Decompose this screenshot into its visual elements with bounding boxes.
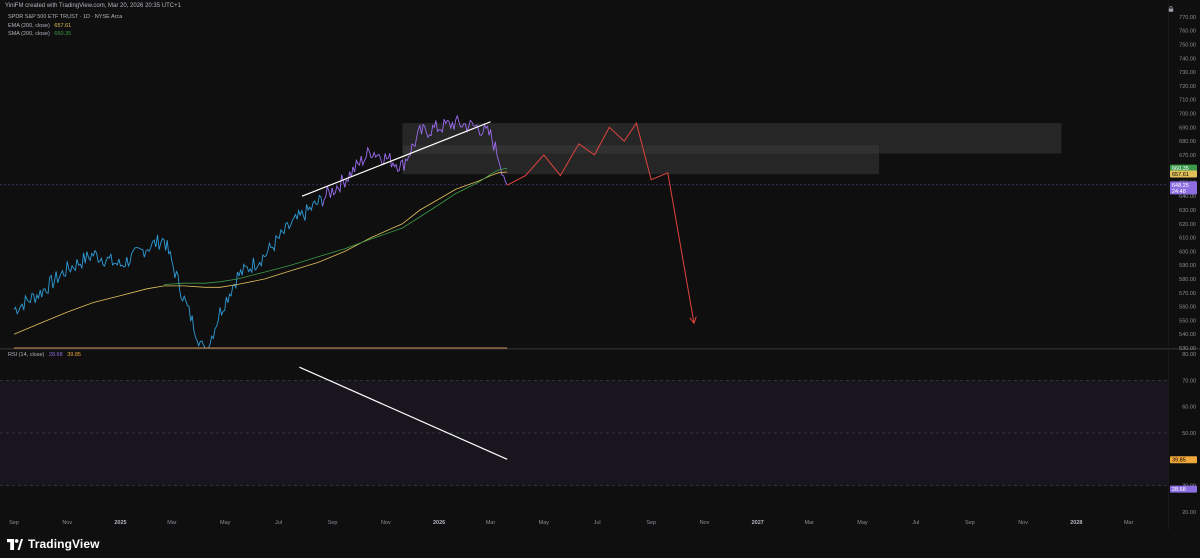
time-axis-tick-label: May [220,520,231,526]
price-axis-tick-label: 770.00 [1179,15,1196,21]
time-axis-tick-label: Sep [328,520,338,526]
price-axis-tick-label: 700.00 [1179,111,1196,117]
ema-price-tag: 657.61 [1172,172,1189,178]
price-axis-tick-label: 640.00 [1179,194,1196,200]
resistance-zone [402,145,880,175]
time-axis-tick-label: Sep [646,520,656,526]
rsi-ma-tag: 39.85 [1172,458,1186,464]
legend-sma-label: SMA (200, close) [8,31,50,37]
time-axis-tick-label: Mar [804,520,814,526]
legend-rsi[interactable]: RSI (14, close) 28.68 39.85 [8,352,81,358]
price-axis-tick-label: 760.00 [1179,29,1196,35]
time-axis-tick-label: Sep [9,520,19,526]
legend-sma[interactable]: SMA (200, close) 660.35 [8,31,71,37]
price-axis-tick-label: 620.00 [1179,222,1196,228]
legend-rsi-value: 28.68 [48,352,63,358]
rsi-axis-tick-label: 50.00 [1182,431,1196,437]
legend-rsi-label: RSI (14, close) [8,352,45,358]
price-axis-tick-label: 560.00 [1179,305,1196,311]
time-axis-tick-label: May [857,520,868,526]
tradingview-logo[interactable]: TradingView [7,537,100,551]
time-axis-tick-label: Nov [381,520,391,526]
legend-rsi-ma-value: 39.85 [67,352,81,358]
price-axis-tick-label: 750.00 [1179,42,1196,48]
tradingview-logo-text: TradingView [28,537,100,551]
time-axis-tick-label: Nov [62,520,72,526]
price-axis-tick-label: 540.00 [1179,332,1196,338]
price-axis-tick-label: 670.00 [1179,153,1196,159]
legend-ema-value: 657.61 [54,23,72,29]
countdown-tag: 24:48 [1172,189,1186,195]
time-axis-tick-label: 2025 [114,520,126,526]
legend-sma-value: 660.35 [54,31,72,37]
rsi-axis-tick-label: 80.00 [1182,352,1196,358]
chart-canvas[interactable]: 770.00 760.00 750.00 740.00 730.00 720.00 710.… [0,0,1200,558]
time-axis-tick-label: Mar [167,520,177,526]
price-axis-tick-label: 630.00 [1179,208,1196,214]
price-axis-tick-label: 590.00 [1179,263,1196,269]
time-axis-tick-label: 2026 [433,520,445,526]
time-axis-tick-label: 2028 [1070,520,1082,526]
chart-svg[interactable]: 770.00 760.00 750.00 740.00 730.00 720.00 710.… [0,0,1200,558]
time-axis-tick-label: Jul [275,520,282,526]
price-line-early [13,194,323,349]
price-axis-tick-label: 570.00 [1179,291,1196,297]
rsi-axis-tick-label: 20.00 [1182,510,1196,516]
time-axis-tick-label: 2027 [752,520,764,526]
time-axis-tick-label: May [539,520,550,526]
time-axis-tick-label: Mar [1124,520,1134,526]
price-axis-tick-label: 690.00 [1179,125,1196,131]
legend-symbol-label: SPDR S&P 500 ETF TRUST · 1D · NYSE Arca [8,14,123,20]
time-axis-tick-label: Jul [594,520,601,526]
price-axis-tick-label: 740.00 [1179,56,1196,62]
ema-line [13,171,508,335]
price-axis-tick-label: 610.00 [1179,236,1196,242]
tradingview-logo-icon [7,538,23,550]
price-axis-tick-label: 600.00 [1179,249,1196,255]
time-axis-tick-label: Jul [912,520,919,526]
legend-symbol[interactable]: SPDR S&P 500 ETF TRUST · 1D · NYSE Arca [8,14,122,20]
price-axis-tick-label: 680.00 [1179,139,1196,145]
header-title: YiniFM created with TradingView.com, Mar… [5,3,181,9]
lock-icon[interactable] [1168,6,1174,12]
footer-bar [0,530,1200,558]
rsi-axis-tick-label: 70.00 [1182,378,1196,384]
price-axis-tick-label: 580.00 [1179,277,1196,283]
rsi-value-tag: 28.68 [1172,487,1186,493]
price-axis-tick-label: 550.00 [1179,318,1196,324]
time-axis-tick-label: Sep [965,520,975,526]
time-axis-tick-label: Nov [700,520,710,526]
price-axis-border [1168,0,1169,530]
legend-ema[interactable]: EMA (200, close) 657.61 [8,23,71,29]
time-axis-tick-label: Mar [486,520,496,526]
price-axis-tick-label: 730.00 [1179,70,1196,76]
legend-ema-label: EMA (200, close) [8,23,50,29]
sma-line [164,167,508,285]
rsi-axis-tick-label: 60.00 [1182,405,1196,411]
price-axis-tick-label: 710.00 [1179,98,1196,104]
price-axis-tick-label: 720.00 [1179,84,1196,90]
time-axis-tick-label: Nov [1018,520,1028,526]
